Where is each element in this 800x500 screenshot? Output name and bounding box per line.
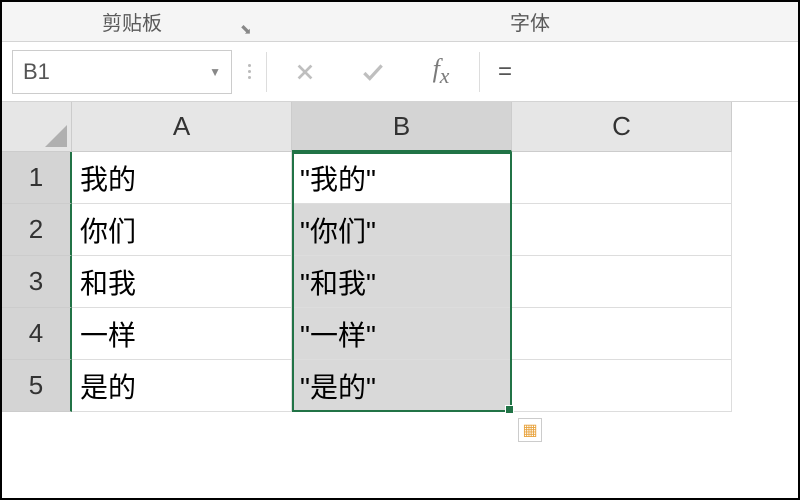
cell-a4[interactable]: 一样 — [72, 308, 292, 360]
cell-c3[interactable] — [512, 256, 732, 308]
clipboard-label: 剪贴板 — [102, 7, 162, 36]
cell-c2[interactable] — [512, 204, 732, 256]
row-header-5[interactable]: 5 — [2, 360, 72, 412]
table-row: 3 和我 "和我" — [2, 256, 798, 308]
table-row: 1 我的 "我的" — [2, 152, 798, 204]
cell-b1[interactable]: "我的" — [292, 152, 512, 204]
table-row: 4 一样 "一样" — [2, 308, 798, 360]
check-icon — [360, 59, 386, 85]
name-box[interactable]: B1 ▼ — [12, 50, 232, 94]
insert-function-button[interactable]: fx — [411, 50, 471, 94]
row-header-4[interactable]: 4 — [2, 308, 72, 360]
ribbon-group-font: 字体 — [262, 2, 798, 41]
table-row: 5 是的 "是的" — [2, 360, 798, 412]
formula-value: = — [498, 58, 512, 86]
enter-button[interactable] — [343, 50, 403, 94]
column-header-b[interactable]: B — [292, 102, 512, 152]
column-header-c[interactable]: C — [512, 102, 732, 152]
cell-c4[interactable] — [512, 308, 732, 360]
divider — [479, 52, 480, 92]
fx-icon: fx — [433, 54, 450, 89]
row-header-1[interactable]: 1 — [2, 152, 72, 204]
cell-a1[interactable]: 我的 — [72, 152, 292, 204]
cell-b5[interactable]: "是的" — [292, 360, 512, 412]
x-icon — [294, 61, 316, 83]
formula-bar-grip-icon — [240, 64, 258, 79]
select-all-corner[interactable] — [2, 102, 72, 152]
cell-a5[interactable]: 是的 — [72, 360, 292, 412]
ribbon-section: 剪贴板 ⬊ 字体 — [2, 2, 798, 42]
cell-a3[interactable]: 和我 — [72, 256, 292, 308]
divider — [266, 52, 267, 92]
cell-b4[interactable]: "一样" — [292, 308, 512, 360]
cell-b2[interactable]: "你们" — [292, 204, 512, 256]
dropdown-arrow-icon[interactable]: ▼ — [209, 65, 221, 79]
column-header-a[interactable]: A — [72, 102, 292, 152]
table-row: 2 你们 "你们" — [2, 204, 798, 256]
font-label: 字体 — [510, 7, 550, 36]
autofill-options-icon[interactable]: ▦ — [518, 418, 542, 442]
cell-c1[interactable] — [512, 152, 732, 204]
cell-b3[interactable]: "和我" — [292, 256, 512, 308]
ribbon-group-clipboard: 剪贴板 ⬊ — [2, 2, 262, 41]
row-header-3[interactable]: 3 — [2, 256, 72, 308]
name-box-value: B1 — [23, 59, 50, 85]
row-header-2[interactable]: 2 — [2, 204, 72, 256]
formula-input[interactable]: = — [488, 50, 788, 94]
cell-a2[interactable]: 你们 — [72, 204, 292, 256]
cancel-button[interactable] — [275, 50, 335, 94]
spreadsheet-grid: A B C 1 我的 "我的" 2 你们 "你们" 3 和我 "和我" 4 一样… — [2, 102, 798, 412]
column-headers: A B C — [2, 102, 798, 152]
formula-bar: B1 ▼ fx = — [2, 42, 798, 102]
clipboard-dialog-launcher-icon[interactable]: ⬊ — [240, 21, 254, 35]
cell-c5[interactable] — [512, 360, 732, 412]
